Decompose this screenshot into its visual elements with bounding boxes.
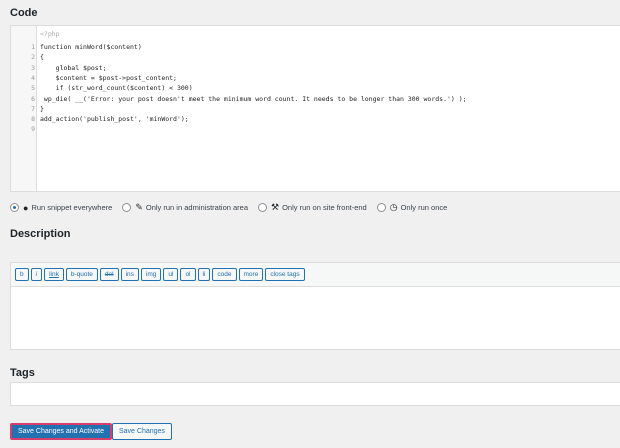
- line-number: 1: [31, 43, 35, 51]
- line-number: 6: [31, 94, 35, 103]
- code-line: wp_die( __('Error: your post doesn't mee…: [40, 94, 467, 103]
- quicktag-more-button[interactable]: more: [238, 268, 264, 281]
- quicktag-ul-button[interactable]: ul: [163, 268, 179, 281]
- radio-button[interactable]: [376, 203, 386, 212]
- quicktag-ins-button[interactable]: ins: [120, 268, 139, 281]
- quicktag-link-button[interactable]: link: [44, 268, 64, 281]
- radio-button[interactable]: [10, 203, 19, 212]
- line-number: 8: [31, 115, 35, 124]
- line-number: 5: [31, 84, 35, 93]
- save-and-activate-button[interactable]: Save Changes and Activate: [10, 423, 113, 440]
- tags-input[interactable]: [10, 382, 620, 406]
- quicktag-ol-button[interactable]: ol: [180, 268, 196, 281]
- code-line: $content = $post->post_content;: [40, 73, 177, 82]
- line-number: 9: [31, 125, 35, 134]
- wrench-icon: ✎: [135, 202, 143, 212]
- code-line: if (str_word_count($content) < 300): [40, 84, 193, 93]
- radio-button[interactable]: [258, 203, 268, 212]
- line-number: 7: [31, 104, 35, 113]
- radio-button[interactable]: [122, 203, 132, 212]
- hammer-icon: ⚒: [271, 202, 280, 212]
- scope-option-label: Run snippet everywhere: [31, 203, 113, 212]
- quicktags-toolbar: b i link b-quote del ins img ul ol li code more clos…: [11, 263, 620, 287]
- quicktag-code-button[interactable]: code: [212, 268, 237, 281]
- code-editor[interactable]: <?php 1 function minWord($content) 2 {3 glo…: [10, 25, 620, 192]
- php-open-tag: <?php: [40, 30, 60, 38]
- quicktag-del-button[interactable]: del: [99, 268, 119, 281]
- line-number: 2: [31, 53, 35, 62]
- quicktag-close-tags-button[interactable]: close tags: [265, 268, 305, 281]
- quicktag-img-button[interactable]: img: [140, 268, 162, 281]
- code-line: global $post;: [40, 63, 107, 72]
- scope-option-label: Only run on site front-end: [282, 203, 367, 212]
- quicktag-i-button[interactable]: i: [30, 268, 43, 281]
- save-changes-button[interactable]: Save Changes: [112, 423, 172, 440]
- scope-option[interactable]: ⚒ Only run on site front-end: [258, 202, 367, 213]
- description-textarea[interactable]: [11, 287, 620, 349]
- line-number: 4: [31, 73, 35, 82]
- scope-option[interactable]: ● Run snippet everywhere: [10, 203, 112, 213]
- quicktag-b-button[interactable]: b: [15, 268, 29, 281]
- scope-options: ● Run snippet everywhere ✎ Only run in admi…: [10, 202, 457, 213]
- scope-option-label: Only run in administration area: [145, 203, 249, 212]
- quicktag-li-button[interactable]: li: [197, 268, 211, 281]
- tags-heading: Tags: [10, 367, 35, 379]
- description-heading: Description: [10, 228, 71, 240]
- globe-icon: ●: [23, 202, 29, 213]
- code-line: function minWord($content): [40, 43, 142, 51]
- code-heading: Code: [10, 7, 38, 19]
- quicktag-b-quote-button[interactable]: b-quote: [65, 268, 98, 281]
- code-line: {: [40, 53, 44, 62]
- scope-option[interactable]: ◷ Only run once: [376, 202, 448, 213]
- scope-option-label: Only run once: [400, 203, 448, 212]
- code-line: }: [40, 104, 44, 113]
- description-editor: b i link b-quote del ins img ul ol li code more clos…: [10, 262, 620, 350]
- line-number: 3: [31, 63, 35, 72]
- clock-icon: ◷: [389, 202, 398, 212]
- scope-option[interactable]: ✎ Only run in administration area: [122, 202, 248, 213]
- code-line: add_action('publish_post', 'minWord');: [40, 115, 189, 124]
